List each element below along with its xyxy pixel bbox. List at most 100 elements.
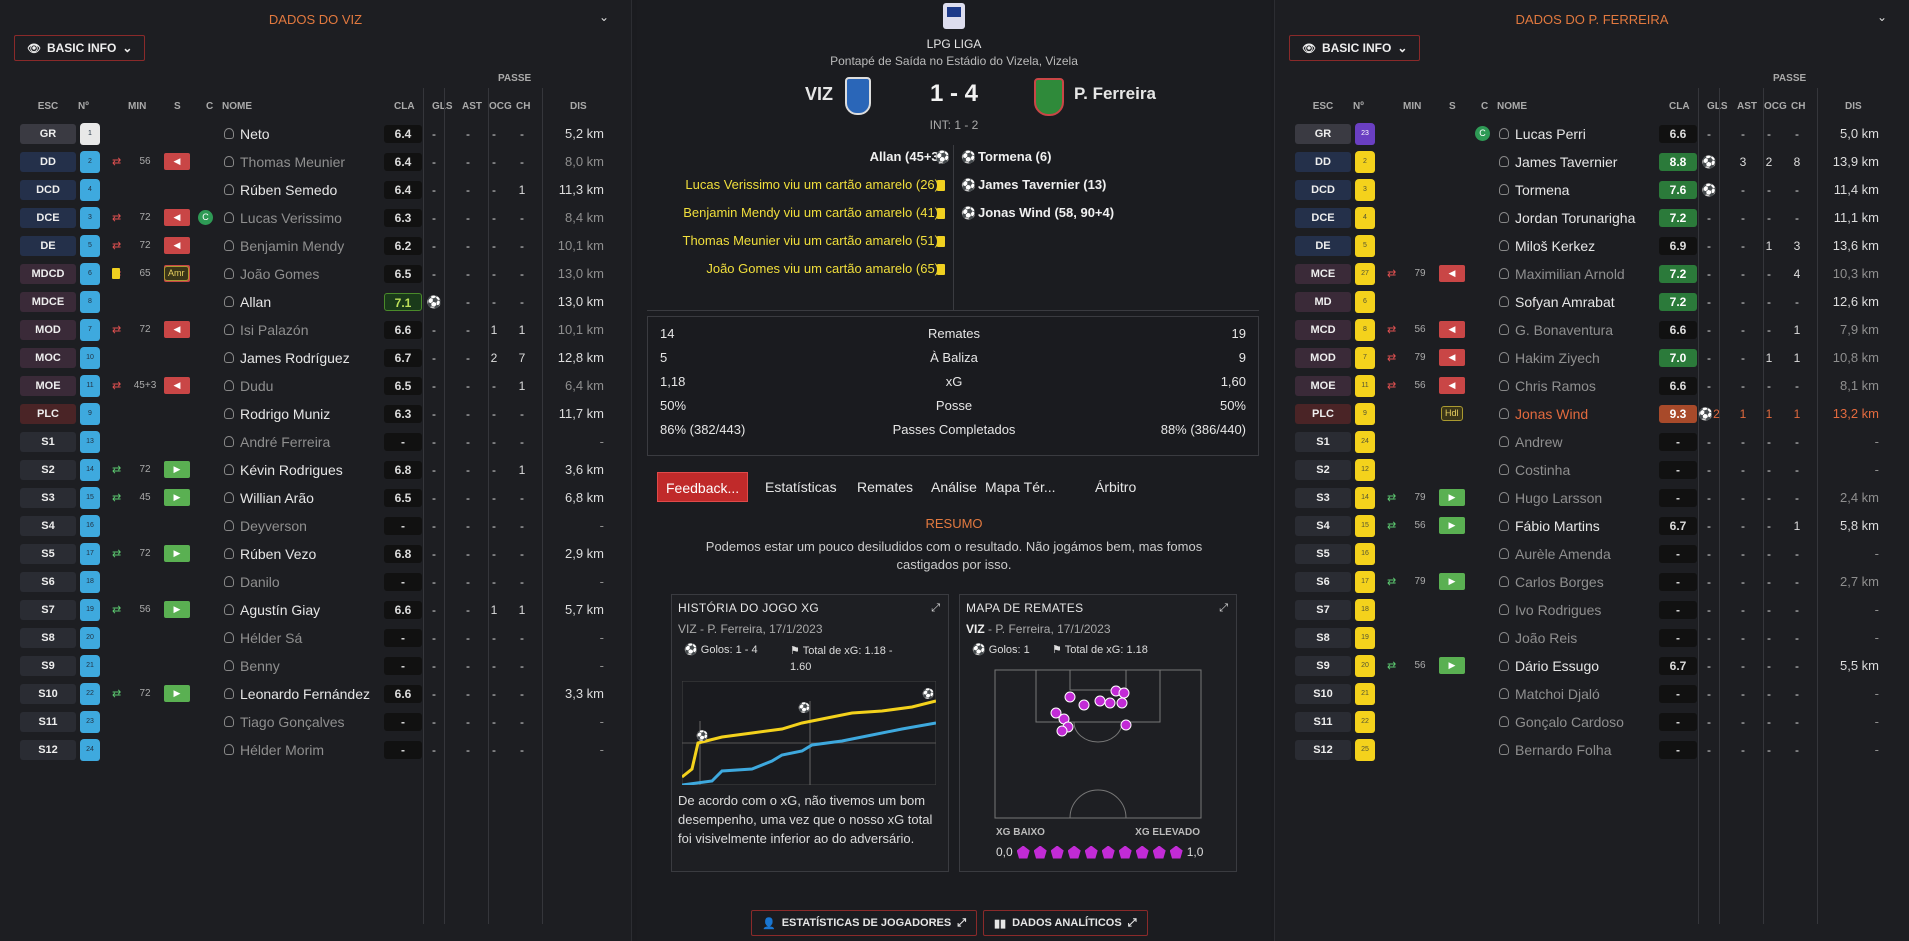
chevron-down-icon[interactable]: ⌄ xyxy=(599,10,609,24)
expand-icon[interactable]: ⤢ xyxy=(931,602,940,615)
player-name[interactable]: Lucas Verissimo xyxy=(240,210,342,226)
player-row[interactable]: DCD 4 Rúben Semedo 6.4- - -1 11,3 km xyxy=(0,176,631,204)
player-row[interactable]: S5 16 Aurèle Amenda - - - - - - xyxy=(1275,540,1909,568)
tab-4[interactable]: Mapa Tér... xyxy=(985,472,1056,502)
column-header-dis[interactable]: DIS xyxy=(1845,101,1862,112)
player-row[interactable]: GR 1 Neto 6.4- - - -5,2 km xyxy=(0,120,631,148)
column-header-nome[interactable]: NOME xyxy=(222,101,252,112)
player-row[interactable]: MOD 7 ⇄ 72 ◀ Isi Palazón 6.6- -1 1 10,1 km xyxy=(0,316,631,344)
player-name[interactable]: Miloš Kerkez xyxy=(1515,238,1595,254)
player-name[interactable]: Sofyan Amrabat xyxy=(1515,294,1615,310)
player-name[interactable]: Andrew xyxy=(1515,434,1562,450)
player-name[interactable]: Dário Essugo xyxy=(1515,658,1599,674)
tab-3[interactable]: Análise xyxy=(931,472,977,502)
player-name[interactable]: Hélder Sá xyxy=(240,630,302,646)
player-row[interactable]: S1 24 Andrew - - - - - - xyxy=(1275,428,1909,456)
player-name[interactable]: Agustín Giay xyxy=(240,602,320,618)
player-name[interactable]: Rúben Vezo xyxy=(240,546,316,562)
player-name[interactable]: Rodrigo Muniz xyxy=(240,406,330,422)
player-row[interactable]: S8 20 Hélder Sá - - - - - - xyxy=(0,624,631,652)
player-name[interactable]: Allan xyxy=(240,294,271,310)
chevron-down-icon[interactable]: ⌄ xyxy=(1877,10,1887,24)
player-row[interactable]: S4 16 Deyverson - - - - - - xyxy=(0,512,631,540)
player-name[interactable]: Kévin Rodrigues xyxy=(240,462,343,478)
player-row[interactable]: DCE 4 Jordan Torunarigha 7.2- - - -11,1 km xyxy=(1275,204,1909,232)
player-row[interactable]: GR 23 C Lucas Perri 6.6- - - -5,0 km xyxy=(1275,120,1909,148)
basic-info-dropdown[interactable]: 👁 BASIC INFO ⌄ xyxy=(1289,35,1421,61)
column-header-cla[interactable]: CLA xyxy=(394,101,415,112)
player-row[interactable]: S11 22 Gonçalo Cardoso - - - - - - xyxy=(1275,708,1909,736)
player-name[interactable]: João Gomes xyxy=(240,266,319,282)
player-name[interactable]: Gonçalo Cardoso xyxy=(1515,714,1624,730)
player-row[interactable]: S3 14 ⇄ 79 ▶ Hugo Larsson - - - - -2,4 km xyxy=(1275,484,1909,512)
player-row[interactable]: S11 23 Tiago Gonçalves - - - - - - xyxy=(0,708,631,736)
expand-icon[interactable]: ⤢ xyxy=(1219,602,1228,615)
player-name[interactable]: Neto xyxy=(240,126,270,142)
player-row[interactable]: S7 18 Ivo Rodrigues - - - - - - xyxy=(1275,596,1909,624)
shot-map-card[interactable]: MAPA DE REMATES ⤢ VIZ - P. Ferreira, 17/… xyxy=(959,594,1237,872)
analytics-button[interactable]: ▮▮ DADOS ANALÍTICOS ⤢ xyxy=(983,910,1148,936)
column-header-dis[interactable]: DIS xyxy=(570,101,587,112)
player-name[interactable]: André Ferreira xyxy=(240,434,330,450)
tab-1[interactable]: Estatísticas xyxy=(765,472,837,502)
away-team-name[interactable]: P. Ferreira xyxy=(1074,84,1156,104)
player-row[interactable]: S3 15 ⇄ 45 ▶ Willian Arão 6.5- - - -6,8 km xyxy=(0,484,631,512)
player-row[interactable]: MOC 10 James Rodríguez 6.7- -2 7 12,8 km xyxy=(0,344,631,372)
player-name[interactable]: Hélder Morim xyxy=(240,742,324,758)
player-name[interactable]: Dudu xyxy=(240,378,273,394)
player-row[interactable]: DCD 3 Tormena 7.6 ⚽ - - - 11,4 km xyxy=(1275,176,1909,204)
player-row[interactable]: MCD 8 ⇄ 56 ◀ G. Bonaventura 6.6- - -1 7,9 km xyxy=(1275,316,1909,344)
player-name[interactable]: João Reis xyxy=(1515,630,1577,646)
player-name[interactable]: Jonas Wind xyxy=(1515,406,1588,422)
player-name[interactable]: Aurèle Amenda xyxy=(1515,546,1611,562)
player-row[interactable]: DD 2 ⇄ 56 ◀ Thomas Meunier 6.4- - - -8,0 km xyxy=(0,148,631,176)
player-row[interactable]: MOD 7 ⇄ 79 ◀ Hakim Ziyech 7.0- -1 1 10,8 km xyxy=(1275,344,1909,372)
player-name[interactable]: Fábio Martins xyxy=(1515,518,1600,534)
xg-history-card[interactable]: HISTÓRIA DO JOGO XG ⤢ VIZ - P. Ferreira,… xyxy=(671,594,949,872)
player-name[interactable]: Leonardo Fernández xyxy=(240,686,370,702)
player-row[interactable]: PLC 9 Rodrigo Muniz 6.3- - - -11,7 km xyxy=(0,400,631,428)
player-row[interactable]: MDCD6⇄65◀AmrJoão Gomes6.5----13,0 km xyxy=(0,260,631,288)
player-row[interactable]: S9 20 ⇄ 56 ▶ Dário Essugo 6.7- - - -5,5 km xyxy=(1275,652,1909,680)
player-row[interactable]: S12 24 Hélder Morim - - - - - - xyxy=(0,736,631,764)
player-name[interactable]: Lucas Perri xyxy=(1515,126,1586,142)
player-name[interactable]: Maximilian Arnold xyxy=(1515,266,1625,282)
column-header-cla[interactable]: CLA xyxy=(1669,101,1690,112)
player-row[interactable]: S6 17 ⇄ 79 ▶ Carlos Borges - - - - -2,7 km xyxy=(1275,568,1909,596)
player-row[interactable]: S10 22 ⇄ 72 ▶ Leonardo Fernández 6.6- - - -3,3 km xyxy=(0,680,631,708)
player-name[interactable]: Tiago Gonçalves xyxy=(240,714,345,730)
player-name[interactable]: Tormena xyxy=(1515,182,1569,198)
player-row[interactable]: S12 25 Bernardo Folha - - - - - - xyxy=(1275,736,1909,764)
player-name[interactable]: Willian Arão xyxy=(240,490,314,506)
player-row[interactable]: S4 15 ⇄ 56 ▶ Fábio Martins 6.7- - -1 5,8 km xyxy=(1275,512,1909,540)
player-stats-button[interactable]: 👤 ESTATÍSTICAS DE JOGADORES ⤢ xyxy=(751,910,978,936)
player-name[interactable]: James Tavernier xyxy=(1515,154,1617,170)
player-row[interactable]: DCE 3 ⇄ 72 ◀ C Lucas Verissimo 6.3- - - -8,4 km xyxy=(0,204,631,232)
player-row[interactable]: DD 2 James Tavernier 8.8 ⚽ 3 2 8 13,9 km xyxy=(1275,148,1909,176)
player-name[interactable]: Carlos Borges xyxy=(1515,574,1604,590)
player-row[interactable]: S5 17 ⇄ 72 ▶ Rúben Vezo 6.8- - - -2,9 km xyxy=(0,540,631,568)
player-row[interactable]: S10 21 Matchoi Djaló - - - - - - xyxy=(1275,680,1909,708)
player-row[interactable]: DE 5 ⇄ 72 ◀ Benjamin Mendy 6.2- - - -10,1 km xyxy=(0,232,631,260)
player-name[interactable]: Isi Palazón xyxy=(240,322,308,338)
player-name[interactable]: Hakim Ziyech xyxy=(1515,350,1600,366)
player-row[interactable]: MD 6 Sofyan Amrabat 7.2- - - -12,6 km xyxy=(1275,288,1909,316)
player-name[interactable]: G. Bonaventura xyxy=(1515,322,1613,338)
player-row[interactable]: MOE 11 ⇄ 56 ◀ Chris Ramos 6.6- - - -8,1 km xyxy=(1275,372,1909,400)
player-name[interactable]: Benny xyxy=(240,658,280,674)
player-row[interactable]: S2 12 Costinha - - - - - - xyxy=(1275,456,1909,484)
tab-0[interactable]: Feedback... xyxy=(657,472,749,502)
player-name[interactable]: James Rodríguez xyxy=(240,350,350,366)
player-row[interactable]: MOE 11 ⇄ 45+3 ◀ Dudu 6.5- - -1 6,4 km xyxy=(0,372,631,400)
player-row[interactable]: S1 13 André Ferreira - - - - - - xyxy=(0,428,631,456)
player-name[interactable]: Danilo xyxy=(240,574,280,590)
basic-info-dropdown[interactable]: 👁 BASIC INFO ⌄ xyxy=(14,35,146,61)
player-name[interactable]: Matchoi Djaló xyxy=(1515,686,1600,702)
player-name[interactable]: Costinha xyxy=(1515,462,1570,478)
player-name[interactable]: Rúben Semedo xyxy=(240,182,337,198)
player-row[interactable]: S2 14 ⇄ 72 ▶ Kévin Rodrigues 6.8- - -1 3,6 km xyxy=(0,456,631,484)
player-row[interactable]: S7 19 ⇄ 56 ▶ Agustín Giay 6.6- -1 1 5,7 km xyxy=(0,596,631,624)
player-row[interactable]: PLC 9 Hdl Jonas Wind 9.3 ⚽2 1 1 1 13,2 km xyxy=(1275,400,1909,428)
player-name[interactable]: Bernardo Folha xyxy=(1515,742,1612,758)
player-row[interactable]: S9 21 Benny - - - - - - xyxy=(0,652,631,680)
